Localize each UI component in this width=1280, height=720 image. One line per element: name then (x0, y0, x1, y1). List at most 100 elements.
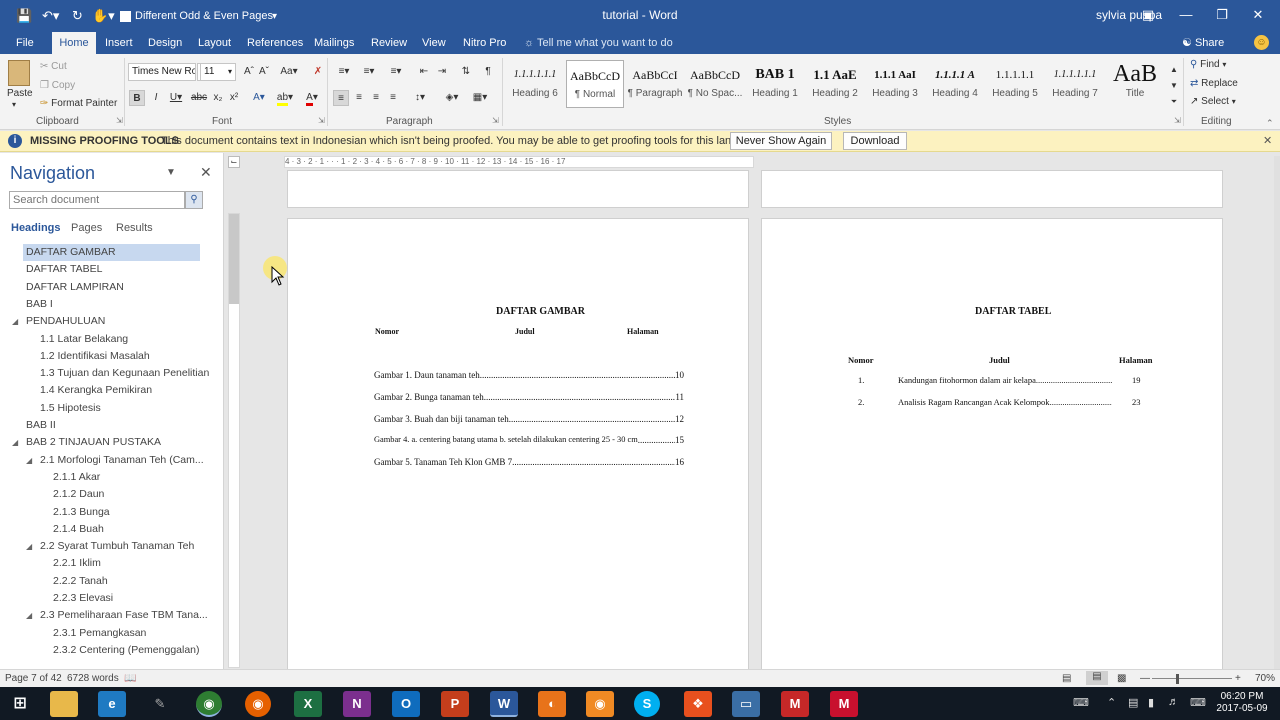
close-icon[interactable]: ✕ (1263, 134, 1272, 147)
bold-button[interactable]: B (129, 90, 145, 106)
sort-icon[interactable]: ⇅ (458, 64, 474, 80)
heading-item[interactable]: 2.1.1 Akar (50, 469, 100, 486)
tab-mailings[interactable]: Mailings (310, 32, 358, 54)
touch-mode-icon[interactable]: ✋▾ (92, 6, 115, 26)
heading-item[interactable]: 2.2.3 Elevasi (50, 590, 113, 607)
read-mode-icon[interactable]: ▤ (1062, 673, 1071, 684)
save-icon[interactable]: 💾 (16, 6, 32, 26)
powerpoint-icon[interactable]: P (441, 691, 469, 717)
paragraph-launcher-icon[interactable]: ⇲ (492, 116, 499, 125)
numbering-icon[interactable]: ≡▾ (358, 64, 380, 80)
clipboard-launcher-icon[interactable]: ⇲ (116, 116, 123, 125)
heading-item[interactable]: 2.1.3 Bunga (50, 504, 110, 521)
heading-item[interactable]: 1.5 Hipotesis (37, 400, 101, 417)
copy-button[interactable]: ❐ Copy (40, 80, 75, 91)
heading-item[interactable]: DAFTAR LAMPIRAN (23, 279, 124, 296)
toc-entry[interactable]: Gambar 5. Tanaman Teh Klon GMB 7 16 (374, 457, 684, 467)
styles-scroll-up-icon[interactable]: ▲ (1166, 62, 1182, 78)
zoom-in-icon[interactable]: + (1235, 673, 1241, 684)
expand-triangle-icon[interactable]: ◢ (26, 452, 36, 469)
format-painter-button[interactable]: ✑ Format Painter (40, 98, 117, 109)
outlook-icon[interactable]: O (392, 691, 420, 717)
line-spacing-icon[interactable]: ↕▾ (408, 90, 432, 106)
tab-pages[interactable]: Pages (71, 222, 102, 234)
tell-me-box[interactable]: ☼ Tell me what you want to do (524, 32, 673, 54)
battery-icon[interactable]: ▮ (1148, 696, 1154, 709)
table-row[interactable]: Analisis Ragam Rancangan Acak Kelompok (898, 397, 1112, 407)
cut-button[interactable]: ✂ Cut (40, 61, 67, 72)
expand-triangle-icon[interactable]: ◢ (26, 607, 36, 624)
tab-selector[interactable]: ⌙ (228, 156, 240, 168)
excel-icon[interactable]: X (294, 691, 322, 717)
style-heading-7[interactable]: 1.1.1.1.1.1 Heading 7 (1046, 60, 1104, 108)
expand-triangle-icon[interactable]: ◢ (26, 538, 36, 555)
language-icon[interactable]: ⌨ (1190, 696, 1206, 709)
multilevel-list-icon[interactable]: ≡▾ (384, 64, 408, 80)
toc-entry[interactable]: Gambar 1. Daun tanaman teh 10 (374, 370, 684, 380)
styles-scroll-down-icon[interactable]: ▼ (1166, 78, 1182, 94)
volume-icon[interactable]: ♬ (1168, 696, 1179, 708)
heading-item[interactable]: 1.4 Kerangka Pemikiran (37, 382, 152, 399)
skype-icon[interactable]: S (634, 691, 660, 717)
search-icon[interactable]: ⚲ (185, 191, 203, 209)
shading-icon[interactable]: ◈▾ (440, 90, 464, 106)
heading-item[interactable]: 2.2.2 Tanah (50, 573, 108, 590)
network-icon[interactable]: ▤ (1128, 696, 1138, 709)
tab-review[interactable]: Review (367, 32, 411, 54)
web-layout-icon[interactable]: ▩ (1117, 673, 1126, 684)
share-button[interactable]: ☯ Share (1182, 32, 1224, 54)
heading-item[interactable]: PENDAHULUAN (23, 313, 105, 330)
windows-start-icon[interactable]: ⊞ (6, 691, 34, 717)
tab-home[interactable]: Home (52, 32, 96, 54)
horizontal-ruler[interactable]: 4 · 3 · 2 · 1 · · · 1 · 2 · 3 · 4 · 5 · … (284, 156, 754, 168)
style-no-spacing[interactable]: AaBbCcD ¶ No Spac... (686, 60, 744, 108)
internet-explorer-icon[interactable]: e (98, 691, 126, 717)
heading-item[interactable]: 1.2 Identifikasi Masalah (37, 348, 150, 365)
justify-icon[interactable]: ≡ (385, 90, 401, 106)
chrome-icon[interactable]: ◉ (196, 691, 222, 717)
select-button[interactable]: ↗ Select ▾ (1190, 96, 1236, 107)
paste-dropdown-icon[interactable]: ▾ (12, 100, 16, 109)
style-heading-5[interactable]: 1.1.1.1.1 Heading 5 (986, 60, 1044, 108)
vertical-scrollbar[interactable] (1274, 156, 1280, 669)
show-hidden-icons-icon[interactable]: ⌃ (1107, 696, 1116, 709)
tab-references[interactable]: References (243, 32, 307, 54)
expand-triangle-icon[interactable]: ◢ (12, 434, 22, 451)
zoom-level[interactable]: 70% (1255, 673, 1275, 684)
search-input[interactable] (9, 191, 185, 209)
heading-item[interactable]: BAB II (23, 417, 56, 434)
highlight-icon[interactable]: ab▾ (273, 90, 297, 106)
style-heading-2[interactable]: 1.1 AaE Heading 2 (806, 60, 864, 108)
close-window-button[interactable]: ✕ (1244, 4, 1272, 26)
firefox-icon[interactable]: ◉ (245, 691, 271, 717)
change-case-icon[interactable]: Aa▾ (278, 64, 300, 80)
align-left-icon[interactable]: ≡ (333, 90, 349, 106)
zoom-out-icon[interactable]: — (1140, 673, 1150, 684)
font-name-box[interactable]: Times New Ro (128, 63, 196, 81)
heading-item[interactable]: 2.1.2 Daun (50, 486, 104, 503)
page-daftar-tabel[interactable]: DAFTAR TABEL Nomor Judul Halaman 1. Kand… (761, 218, 1223, 670)
increase-indent-icon[interactable]: ⇥ (434, 64, 450, 80)
heading-item[interactable]: 2.1 Morfologi Tanaman Teh (Cam... (37, 452, 204, 469)
toc-entry[interactable]: Gambar 3. Buah dan biji tanaman teh. 12 (374, 414, 684, 424)
paste-icon[interactable] (8, 60, 30, 86)
undo-icon[interactable]: ↶▾ (42, 6, 59, 26)
heading-item[interactable]: DAFTAR GAMBAR (23, 244, 200, 261)
grow-font-icon[interactable]: Aˆ (241, 64, 257, 80)
close-icon[interactable]: ✕ (200, 164, 212, 181)
tab-file[interactable]: File (12, 32, 38, 54)
style-heading-4[interactable]: 1.1.1.1 A Heading 4 (926, 60, 984, 108)
heading-item[interactable]: 2.3.2 Centering (Pemenggalan) (50, 642, 200, 659)
style-normal[interactable]: AaBbCcD ¶ Normal (566, 60, 624, 108)
tab-results[interactable]: Results (116, 222, 153, 234)
heading-item[interactable]: BAB 2 TINJAUAN PUSTAKA (23, 434, 161, 451)
style-title[interactable]: AaB Title (1106, 60, 1164, 108)
heading-item[interactable]: 2.1.4 Buah (50, 521, 104, 538)
vertical-ruler[interactable] (228, 213, 240, 668)
heading-item[interactable]: 2.2.1 Iklim (50, 555, 101, 572)
heading-item[interactable]: DAFTAR TABEL (23, 261, 102, 278)
tab-design[interactable]: Design (144, 32, 186, 54)
styles-launcher-icon[interactable]: ⇲ (1174, 116, 1181, 125)
font-size-box[interactable]: 11 ▾ (200, 63, 236, 81)
mcafee-icon[interactable]: M (830, 691, 858, 717)
